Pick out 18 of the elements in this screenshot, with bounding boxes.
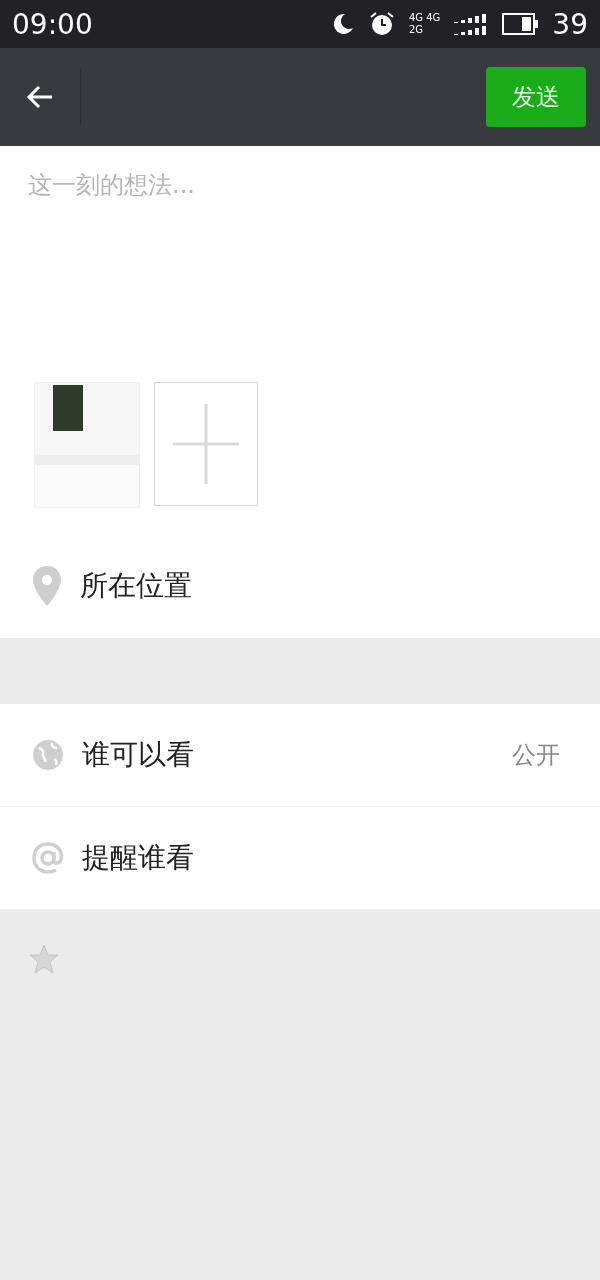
location-label: 所在位置 bbox=[80, 568, 193, 604]
setting-value: 公开 bbox=[512, 740, 560, 771]
screenshot-thumbnail[interactable] bbox=[34, 382, 140, 508]
status-time: 09:00 bbox=[12, 7, 94, 41]
location-pin-icon bbox=[32, 565, 62, 607]
battery-level: 39 bbox=[552, 7, 588, 41]
network-label: 2G bbox=[408, 24, 425, 36]
globe-icon bbox=[32, 739, 64, 771]
network-label: 4G 4G bbox=[408, 12, 441, 24]
star-icon[interactable] bbox=[28, 943, 60, 975]
battery-icon bbox=[502, 13, 539, 35]
setting-label: 提醒谁看 bbox=[82, 840, 195, 876]
setting-label: 谁可以看 bbox=[82, 737, 195, 773]
alarm-clock-icon bbox=[368, 11, 395, 37]
setting-row[interactable]: 提醒谁看 bbox=[0, 807, 600, 909]
signal-icon bbox=[454, 12, 489, 36]
setting-row[interactable]: 谁可以看 公开 bbox=[0, 704, 600, 806]
at-sign-icon bbox=[32, 842, 64, 874]
